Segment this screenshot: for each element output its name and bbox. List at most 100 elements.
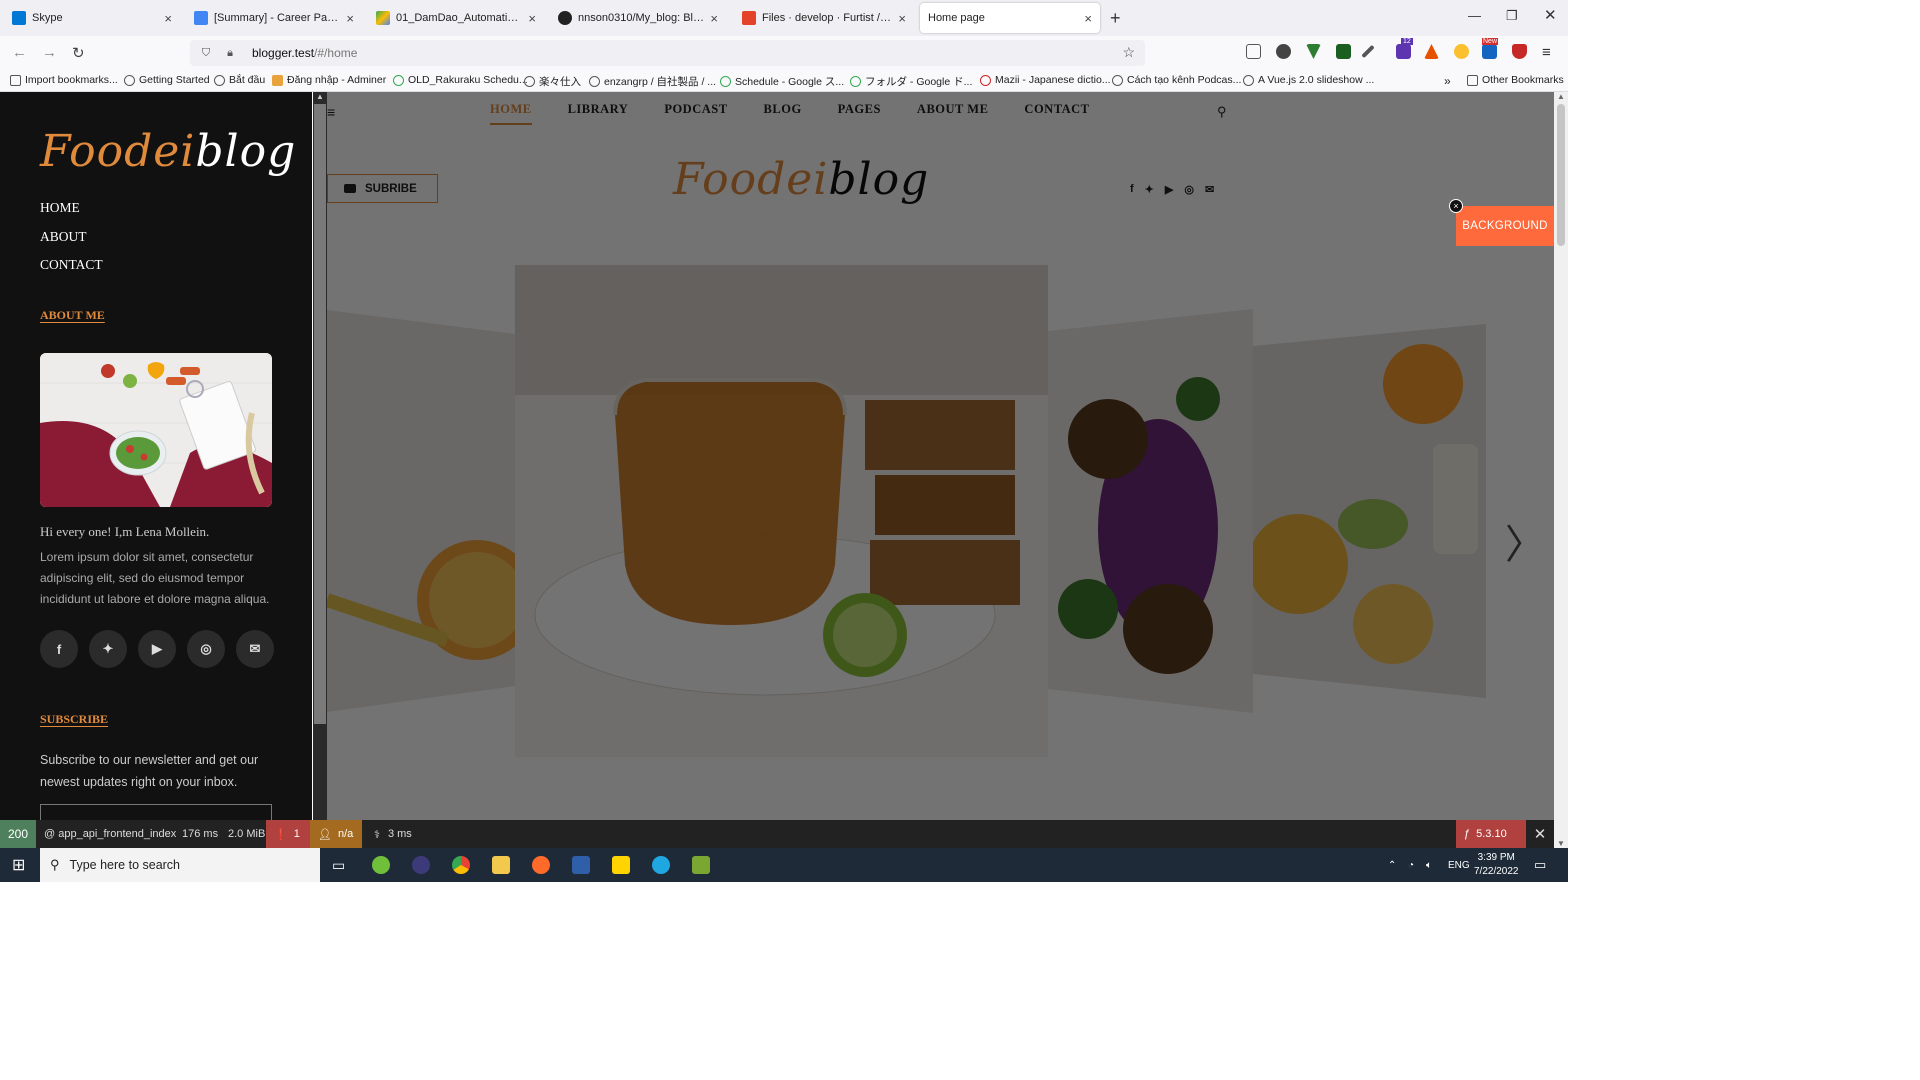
vue-devtools-icon[interactable] bbox=[1306, 44, 1321, 59]
page-scroll-thumb[interactable] bbox=[1557, 104, 1565, 246]
eclipse-icon[interactable] bbox=[412, 856, 430, 874]
symfony-version[interactable]: ƒ 5.3.10 bbox=[1456, 820, 1526, 848]
eyedropper-icon[interactable] bbox=[1361, 44, 1375, 59]
chrome-icon[interactable] bbox=[452, 856, 470, 874]
ublock-icon[interactable] bbox=[1512, 44, 1527, 59]
error-count[interactable]: ❗ 1 bbox=[266, 820, 310, 848]
pocket-icon[interactable] bbox=[1246, 44, 1261, 59]
taskbar-search[interactable]: ⚲ Type here to search bbox=[40, 848, 320, 882]
tab-automation-tester[interactable]: 01_DamDao_AutomationTester × bbox=[368, 3, 544, 33]
bookmark-item[interactable]: Import bookmarks... bbox=[10, 74, 118, 86]
bookmark-star-icon[interactable]: ☆ bbox=[1122, 44, 1135, 61]
bookmark-item[interactable]: Cách tạo kênh Podcas... bbox=[1112, 74, 1241, 86]
main-logo[interactable]: Foodeiblog bbox=[673, 154, 929, 205]
page-scrollbar[interactable]: ▲ ▼ bbox=[1554, 92, 1568, 848]
sidebar-logo[interactable]: Foodeiblog bbox=[40, 126, 296, 177]
nav-contact[interactable]: CONTACT bbox=[1024, 102, 1089, 125]
request-time[interactable]: 176 ms bbox=[174, 820, 226, 848]
scroll-down-icon[interactable]: ▼ bbox=[1557, 839, 1565, 848]
twitter-icon[interactable]: ✦ bbox=[1145, 183, 1154, 196]
carousel-next-arrow[interactable]: 〉 bbox=[1505, 512, 1545, 570]
close-tab-icon[interactable]: × bbox=[898, 11, 906, 26]
youtube-icon[interactable]: ▶ bbox=[1165, 183, 1173, 196]
carousel-slide-right-1[interactable] bbox=[1048, 309, 1253, 713]
bookmark-item[interactable]: フォルダ - Google ド... bbox=[850, 74, 972, 89]
search-icon[interactable]: ⚲ bbox=[1217, 104, 1227, 120]
shield-icon[interactable]: ⛉ bbox=[198, 47, 214, 60]
facebook-icon[interactable]: f bbox=[40, 630, 78, 668]
youtube-icon[interactable]: ▶ bbox=[138, 630, 176, 668]
scroll-up-icon[interactable]: ▲ bbox=[1557, 92, 1565, 101]
facebook-icon[interactable]: f bbox=[1130, 183, 1134, 196]
tray-chevron-icon[interactable]: ⌃ bbox=[1388, 848, 1396, 882]
tab-home-page[interactable]: Home page × bbox=[920, 3, 1100, 33]
tab-career-path[interactable]: [Summary] - Career Path/ Reso × bbox=[186, 3, 362, 33]
close-tab-icon[interactable]: × bbox=[346, 11, 354, 26]
close-tab-icon[interactable]: × bbox=[164, 11, 172, 26]
scroll-up-icon[interactable]: ▲ bbox=[316, 92, 324, 101]
extension-t-icon[interactable] bbox=[1276, 44, 1291, 59]
taskbar-app-green-icon[interactable] bbox=[372, 856, 390, 874]
sidebar-item-contact[interactable]: CONTACT bbox=[40, 257, 103, 286]
forward-icon[interactable]: → bbox=[42, 44, 57, 61]
nav-podcast[interactable]: PODCAST bbox=[664, 102, 727, 125]
new-tab-button[interactable]: + bbox=[1110, 8, 1121, 29]
minimize-icon[interactable]: — bbox=[1468, 8, 1481, 23]
restore-icon[interactable]: ❐ bbox=[1506, 8, 1518, 24]
status-code[interactable]: 200 bbox=[0, 820, 36, 848]
nav-about-me[interactable]: ABOUT ME bbox=[917, 102, 989, 125]
email-icon[interactable]: ✉ bbox=[236, 630, 274, 668]
nav-blog[interactable]: BLOG bbox=[764, 102, 802, 125]
carousel-slide-center[interactable] bbox=[515, 265, 1048, 757]
tab-github-blog[interactable]: nnson0310/My_blog: Blog proje × bbox=[550, 3, 726, 33]
bookmark-item[interactable]: Schedule - Google ス... bbox=[720, 74, 844, 89]
volume-icon[interactable]: 🔈︎ bbox=[1426, 848, 1432, 882]
bookmark-item[interactable]: Mazii - Japanese dictio... bbox=[980, 74, 1111, 86]
extension-badge-icon[interactable]: 12 bbox=[1396, 38, 1413, 59]
extension-new-icon[interactable]: New bbox=[1482, 38, 1499, 59]
bookmark-item[interactable]: A Vue.js 2.0 slideshow ... bbox=[1243, 74, 1374, 86]
security-user[interactable]: 👤︎ n/a bbox=[310, 820, 362, 848]
hamburger-icon[interactable]: ≡ bbox=[327, 104, 335, 120]
bookmark-item[interactable]: Bắt đầu bbox=[214, 74, 265, 86]
notification-icon[interactable]: ▭ bbox=[1534, 848, 1546, 882]
newsletter-email-input[interactable] bbox=[40, 804, 272, 820]
extension-yellow-icon[interactable] bbox=[1454, 44, 1469, 59]
terminal-icon[interactable] bbox=[692, 856, 710, 874]
nav-library[interactable]: LIBRARY bbox=[568, 102, 629, 125]
lock-icon[interactable]: 🔒︎ bbox=[222, 47, 238, 60]
menu-icon[interactable]: ≡ bbox=[1542, 44, 1551, 61]
bookmark-item[interactable]: 楽々仕入 bbox=[524, 74, 581, 89]
email-icon[interactable]: ✉ bbox=[1205, 183, 1214, 196]
firefox-icon[interactable] bbox=[532, 856, 550, 874]
media-player-icon[interactable] bbox=[572, 856, 590, 874]
extension-orange-icon[interactable] bbox=[1424, 44, 1439, 59]
sidebar-scroll-thumb[interactable] bbox=[314, 104, 326, 724]
nav-home[interactable]: HOME bbox=[490, 102, 532, 125]
windows-start-icon[interactable]: ⊞ bbox=[12, 848, 25, 882]
bookmark-item[interactable]: Đăng nhập - Adminer bbox=[272, 74, 386, 86]
back-icon[interactable]: ← bbox=[12, 44, 27, 61]
instagram-icon[interactable]: ◎ bbox=[1184, 183, 1194, 196]
file-explorer-icon[interactable] bbox=[492, 856, 510, 874]
close-icon[interactable]: × bbox=[1449, 199, 1463, 213]
close-tab-icon[interactable]: × bbox=[528, 11, 536, 26]
carousel-slide-right-2[interactable] bbox=[1253, 324, 1486, 698]
subscribe-button[interactable]: SUBRIBE bbox=[327, 174, 438, 203]
sidebar-item-home[interactable]: HOME bbox=[40, 200, 103, 229]
close-tab-icon[interactable]: × bbox=[1084, 11, 1092, 26]
edge-icon[interactable] bbox=[652, 856, 670, 874]
close-tab-icon[interactable]: × bbox=[710, 11, 718, 26]
sticky-notes-icon[interactable] bbox=[612, 856, 630, 874]
task-view-icon[interactable]: ▭ bbox=[332, 848, 345, 882]
nav-pages[interactable]: PAGES bbox=[838, 102, 881, 125]
other-bookmarks[interactable]: Other Bookmarks bbox=[1467, 74, 1564, 86]
bookmark-item[interactable]: OLD_Rakuraku Schedu... bbox=[393, 74, 528, 86]
twig-time[interactable]: ⚕ 3 ms bbox=[366, 820, 420, 848]
sidebar-item-about[interactable]: ABOUT bbox=[40, 229, 103, 258]
extension-green-icon[interactable] bbox=[1336, 44, 1351, 59]
address-bar[interactable]: ⛉ 🔒︎ blogger.test/#/home ☆ bbox=[190, 40, 1145, 66]
sidebar-scrollbar[interactable]: ▲ bbox=[313, 92, 327, 820]
language-indicator[interactable]: ENG bbox=[1448, 848, 1470, 882]
network-icon[interactable]: ◔ bbox=[1408, 848, 1414, 882]
